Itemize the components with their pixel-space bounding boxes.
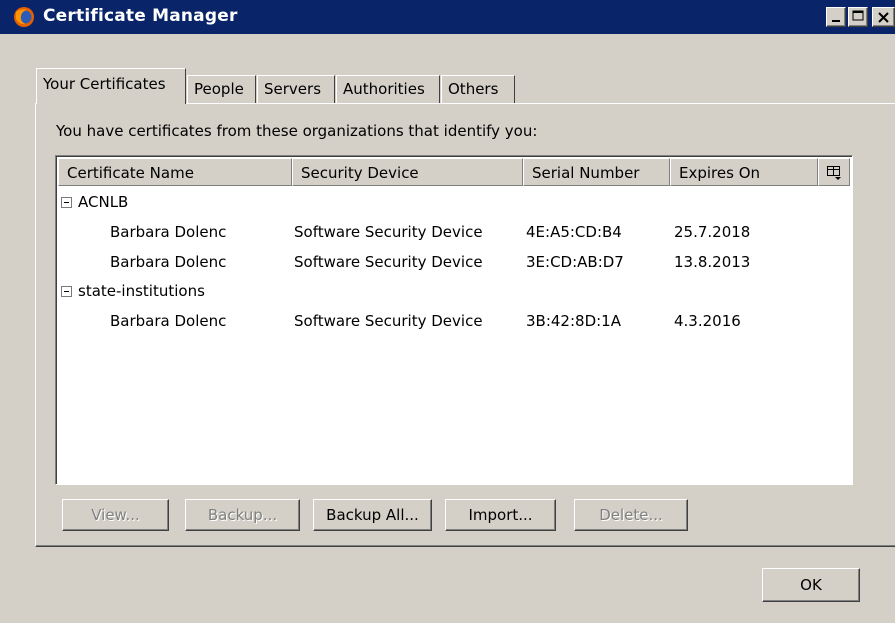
delete-button[interactable]: Delete...: [574, 499, 688, 531]
tab-label: Your Certificates: [43, 75, 166, 93]
cert-serial: 3E:CD:AB:D7: [526, 253, 624, 271]
cert-name: Barbara Dolenc: [110, 312, 227, 330]
tab-your-certificates[interactable]: Your Certificates: [36, 68, 186, 104]
tab-label: Others: [448, 80, 499, 98]
cert-device: Software Security Device: [294, 253, 483, 271]
firefox-icon: [13, 6, 35, 28]
group-label: state-institutions: [78, 282, 205, 300]
table-row[interactable]: Barbara Dolenc Software Security Device …: [56, 217, 852, 247]
tab-people[interactable]: People: [187, 75, 256, 103]
cert-serial: 3B:42:8D:1A: [526, 312, 621, 330]
tree-group-row[interactable]: ACNLB: [56, 187, 852, 217]
cert-expires: 25.7.2018: [674, 223, 751, 241]
tab-label: Servers: [264, 80, 322, 98]
cert-expires: 13.8.2013: [674, 253, 751, 271]
cert-device: Software Security Device: [294, 223, 483, 241]
import-button[interactable]: Import...: [445, 499, 556, 531]
tree-group-row[interactable]: state-institutions: [56, 276, 852, 306]
intro-text: You have certificates from these organiz…: [56, 122, 538, 140]
tab-others[interactable]: Others: [441, 75, 515, 103]
backup-button[interactable]: Backup...: [185, 499, 300, 531]
view-button[interactable]: View...: [62, 499, 169, 531]
tab-authorities[interactable]: Authorities: [336, 75, 440, 103]
collapse-icon[interactable]: [61, 197, 72, 208]
cert-name: Barbara Dolenc: [110, 253, 227, 271]
backup-all-button[interactable]: Backup All...: [313, 499, 432, 531]
column-header-certificate-name[interactable]: Certificate Name: [58, 158, 292, 186]
title-bar[interactable]: Certificate Manager: [0, 0, 895, 34]
tab-label: People: [194, 80, 244, 98]
tab-servers[interactable]: Servers: [257, 75, 335, 103]
minimize-button[interactable]: [826, 7, 846, 27]
cert-device: Software Security Device: [294, 312, 483, 330]
cert-serial: 4E:A5:CD:B4: [526, 223, 622, 241]
table-row[interactable]: Barbara Dolenc Software Security Device …: [56, 306, 852, 336]
close-button[interactable]: [872, 7, 895, 27]
table-row[interactable]: Barbara Dolenc Software Security Device …: [56, 247, 852, 277]
certificate-tree[interactable]: Certificate Name Security Device Serial …: [55, 155, 853, 485]
group-label: ACNLB: [78, 193, 129, 211]
cert-expires: 4.3.2016: [674, 312, 741, 330]
maximize-button[interactable]: [848, 7, 868, 27]
column-header-security-device[interactable]: Security Device: [292, 158, 523, 186]
column-picker-icon[interactable]: [818, 158, 850, 186]
window-title: Certificate Manager: [43, 6, 238, 26]
ok-button[interactable]: OK: [762, 568, 860, 602]
cert-name: Barbara Dolenc: [110, 223, 227, 241]
tab-label: Authorities: [343, 80, 425, 98]
collapse-icon[interactable]: [61, 286, 72, 297]
column-header-expires-on[interactable]: Expires On: [670, 158, 818, 186]
column-header-serial-number[interactable]: Serial Number: [523, 158, 670, 186]
